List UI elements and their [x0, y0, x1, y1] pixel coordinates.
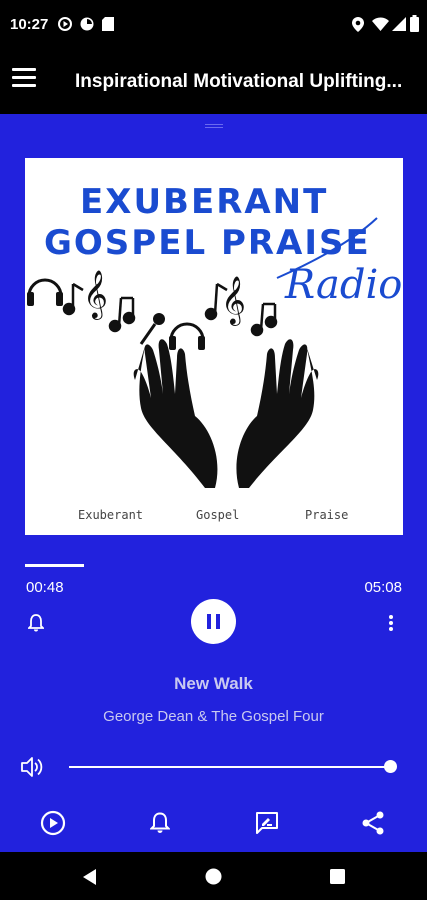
volume-slider[interactable] — [69, 766, 391, 768]
app-title: Inspirational Motivational Uplifting... — [75, 71, 403, 92]
logo-graphic: 𝄞 𝄞 — [27, 217, 378, 488]
drag-handle-icon[interactable] — [205, 124, 223, 130]
track-artist: George Dean & The Gospel Four — [103, 708, 324, 725]
art-caption: Praise — [305, 508, 349, 522]
play-circle-icon[interactable] — [40, 810, 66, 836]
home-icon[interactable] — [205, 868, 222, 885]
bell-icon[interactable] — [28, 614, 44, 632]
svg-text:𝄞: 𝄞 — [221, 275, 246, 326]
back-icon[interactable] — [82, 868, 98, 886]
art-caption: Gospel — [196, 508, 240, 522]
system-nav-bar — [0, 852, 427, 900]
more-vert-icon[interactable] — [388, 614, 394, 632]
track-title: New Walk — [174, 674, 253, 693]
menu-icon[interactable] — [12, 68, 36, 88]
elapsed-time: 00:48 — [26, 579, 64, 596]
progress-fill — [25, 564, 84, 567]
signal-icon — [392, 17, 406, 31]
bell-icon[interactable] — [150, 812, 170, 834]
share-icon[interactable] — [360, 810, 386, 836]
status-bar: 10:27 — [0, 0, 427, 52]
sd-card-icon — [102, 17, 114, 31]
raised-hands-graphic — [133, 339, 319, 488]
data-saver-icon — [80, 17, 94, 31]
wifi-icon — [372, 17, 389, 31]
volume-icon[interactable] — [20, 756, 44, 778]
art-caption: Exuberant — [78, 508, 144, 522]
play-circle-icon — [58, 17, 72, 31]
pause-button[interactable] — [191, 599, 236, 644]
message-icon[interactable] — [255, 811, 279, 835]
svg-text:𝄞: 𝄞 — [83, 269, 108, 320]
status-time: 10:27 — [10, 16, 49, 33]
location-icon — [352, 17, 364, 32]
recents-icon[interactable] — [330, 869, 345, 884]
duration-time: 05:08 — [364, 579, 402, 596]
battery-icon — [410, 15, 419, 32]
volume-thumb[interactable] — [384, 760, 397, 773]
